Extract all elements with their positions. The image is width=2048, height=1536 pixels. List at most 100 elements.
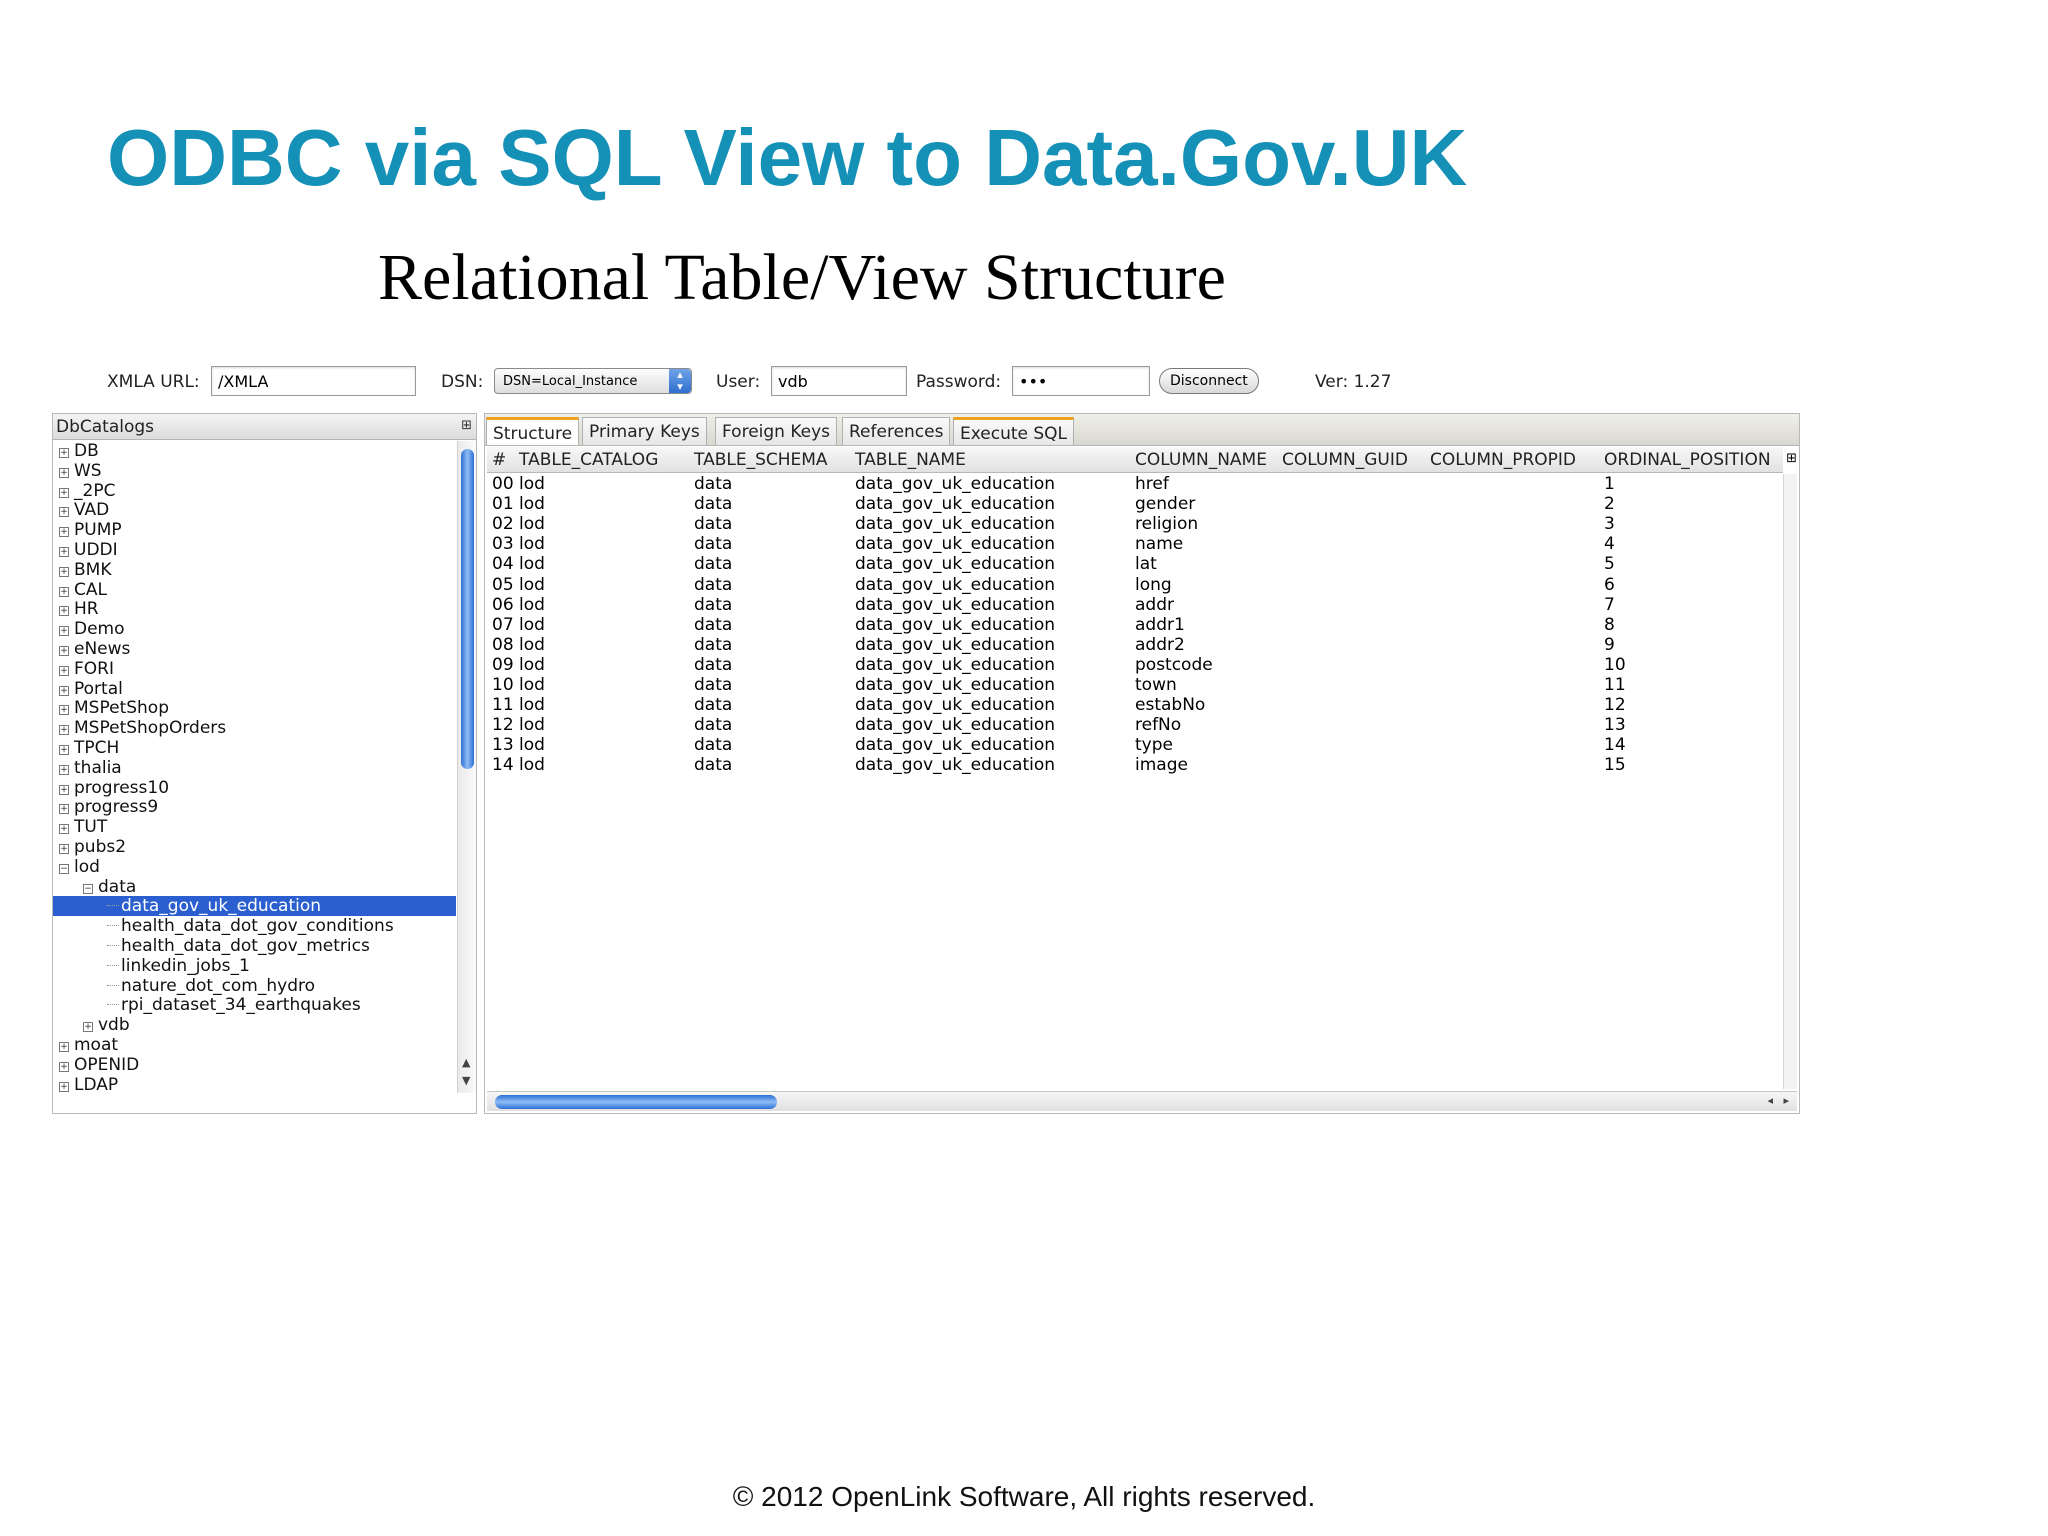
tree-item[interactable]: + VAD	[53, 500, 456, 520]
tree-item[interactable]: health_data_dot_gov_conditions	[53, 916, 456, 936]
table-row[interactable]: 05 lod data data_gov_uk_education long 6	[487, 575, 1783, 595]
tab-execute-sql[interactable]: Execute SQL	[953, 417, 1075, 445]
expand-icon[interactable]: +	[59, 685, 69, 696]
expand-icon[interactable]: +	[59, 843, 69, 854]
expand-icon[interactable]: +	[59, 784, 69, 795]
scroll-right-icon[interactable]: ▸	[1783, 1094, 1789, 1107]
tree-item[interactable]: + HR	[53, 599, 456, 619]
expand-icon[interactable]: +	[59, 527, 69, 538]
expand-icon[interactable]: +	[59, 645, 69, 656]
tree-item[interactable]: + WS	[53, 461, 456, 481]
tree-item[interactable]: + Portal	[53, 679, 456, 699]
dsn-select[interactable]: DSN=Local_Instance ▴ ▾	[494, 368, 692, 394]
tree-item[interactable]: health_data_dot_gov_metrics	[53, 936, 456, 956]
tree-item[interactable]: − data	[53, 877, 456, 897]
tree-item[interactable]: rpi_dataset_34_earthquakes	[53, 995, 456, 1015]
expand-icon[interactable]: +	[59, 546, 69, 557]
tree-item[interactable]: + progress10	[53, 778, 456, 798]
tree-item[interactable]: + MSPetShop	[53, 698, 456, 718]
expand-icon[interactable]: +	[59, 705, 69, 716]
scroll-down-icon[interactable]: ▼	[462, 1074, 470, 1087]
expand-icon[interactable]: +	[59, 804, 69, 815]
tree-item[interactable]: + vdb	[53, 1015, 456, 1035]
tree-item[interactable]: − lod	[53, 857, 456, 877]
grid-scroll-thumb[interactable]	[495, 1095, 777, 1109]
table-row[interactable]: 12 lod data data_gov_uk_education refNo 13	[487, 715, 1783, 735]
tree-item[interactable]: + CAL	[53, 580, 456, 600]
tree-item[interactable]: + MSPetShopOrders	[53, 718, 456, 738]
tree-item[interactable]: + thalia	[53, 758, 456, 778]
column-chooser-icon[interactable]: ⊞	[1786, 451, 1797, 466]
table-row[interactable]: 14 lod data data_gov_uk_education image 15	[487, 755, 1783, 775]
col-header-column-guid[interactable]: COLUMN_GUID	[1282, 450, 1408, 470]
tree-item[interactable]: data_gov_uk_education	[53, 896, 456, 916]
tree-item[interactable]: + pubs2	[53, 837, 456, 857]
table-row[interactable]: 01 lod data data_gov_uk_education gender 2	[487, 494, 1783, 514]
col-header-table-catalog[interactable]: TABLE_CATALOG	[519, 450, 658, 470]
tree-item[interactable]: + BMK	[53, 560, 456, 580]
tree-item[interactable]: linkedin_jobs_1	[53, 956, 456, 976]
expand-icon[interactable]: +	[59, 1081, 69, 1092]
tree-item[interactable]: + DB	[53, 441, 456, 461]
expand-icon[interactable]: +	[59, 487, 69, 498]
tree-item[interactable]: + progress9	[53, 797, 456, 817]
expand-icon[interactable]: +	[59, 744, 69, 755]
tree-item[interactable]: + OPENID	[53, 1055, 456, 1075]
expand-icon[interactable]: +	[59, 725, 69, 736]
tree-item[interactable]: + _2PC	[53, 481, 456, 501]
expand-icon[interactable]: +	[83, 1022, 93, 1033]
expand-icon[interactable]: +	[59, 507, 69, 518]
tree-vertical-scrollbar[interactable]: ▲ ▼	[457, 441, 476, 1093]
disconnect-button[interactable]: Disconnect	[1159, 368, 1259, 394]
tree-item[interactable]: nature_dot_com_hydro	[53, 976, 456, 996]
grid-vertical-scrollbar[interactable]	[1783, 474, 1797, 1089]
tree-item[interactable]: + UDDI	[53, 540, 456, 560]
table-row[interactable]: 09 lod data data_gov_uk_education postcode 1…	[487, 655, 1783, 675]
expand-icon[interactable]: +	[59, 626, 69, 637]
tab-primary-keys[interactable]: Primary Keys	[582, 417, 707, 445]
tree-item[interactable]: + eNews	[53, 639, 456, 659]
tree-item[interactable]: + TUT	[53, 817, 456, 837]
expand-icon[interactable]: +	[59, 448, 69, 458]
scroll-left-icon[interactable]: ◂	[1767, 1094, 1773, 1107]
expand-icon[interactable]: +	[59, 606, 69, 617]
collapse-icon[interactable]: −	[83, 883, 93, 894]
tab-references[interactable]: References	[842, 417, 951, 445]
tree-item[interactable]: + Demo	[53, 619, 456, 639]
expand-icon[interactable]: +	[59, 1041, 69, 1052]
table-row[interactable]: 13 lod data data_gov_uk_education type 14	[487, 735, 1783, 755]
tree-item[interactable]: + FORI	[53, 659, 456, 679]
password-input[interactable]: •••	[1012, 366, 1150, 396]
tree-scroll-thumb[interactable]	[461, 449, 474, 769]
table-row[interactable]: 03 lod data data_gov_uk_education name 4	[487, 534, 1783, 554]
table-row[interactable]: 06 lod data data_gov_uk_education addr 7	[487, 595, 1783, 615]
table-row[interactable]: 08 lod data data_gov_uk_education addr2 9	[487, 635, 1783, 655]
expand-icon[interactable]: +	[59, 665, 69, 676]
tab-structure[interactable]: Structure	[486, 417, 580, 445]
expand-icon[interactable]: +	[59, 467, 69, 478]
column-chooser-icon[interactable]: ⊞	[461, 418, 472, 433]
tree-item[interactable]: + TPCH	[53, 738, 456, 758]
expand-icon[interactable]: +	[59, 566, 69, 577]
tree-item[interactable]: + PUMP	[53, 520, 456, 540]
collapse-icon[interactable]: −	[59, 863, 69, 874]
grid-horizontal-scrollbar[interactable]: ◂ ▸	[487, 1091, 1797, 1111]
col-header-column-name[interactable]: COLUMN_NAME	[1135, 450, 1267, 470]
col-header-column-propid[interactable]: COLUMN_PROPID	[1430, 450, 1576, 470]
table-row[interactable]: 07 lod data data_gov_uk_education addr1 8	[487, 615, 1783, 635]
user-input[interactable]: vdb	[771, 366, 907, 396]
col-header-table-name[interactable]: TABLE_NAME	[855, 450, 966, 470]
col-header-index[interactable]: #	[492, 450, 506, 470]
expand-icon[interactable]: +	[59, 824, 69, 835]
scroll-up-icon[interactable]: ▲	[462, 1056, 470, 1069]
xmla-url-input[interactable]: /XMLA	[211, 366, 416, 396]
expand-icon[interactable]: +	[59, 586, 69, 597]
table-row[interactable]: 11 lod data data_gov_uk_education estabNo 12	[487, 695, 1783, 715]
table-row[interactable]: 00 lod data data_gov_uk_education href 1	[487, 474, 1783, 494]
tab-foreign-keys[interactable]: Foreign Keys	[715, 417, 838, 445]
table-row[interactable]: 04 lod data data_gov_uk_education lat 5	[487, 554, 1783, 574]
tree-item[interactable]: + moat	[53, 1035, 456, 1055]
expand-icon[interactable]: +	[59, 764, 69, 775]
tree-item[interactable]: + LDAP	[53, 1075, 456, 1093]
expand-icon[interactable]: +	[59, 1061, 69, 1072]
